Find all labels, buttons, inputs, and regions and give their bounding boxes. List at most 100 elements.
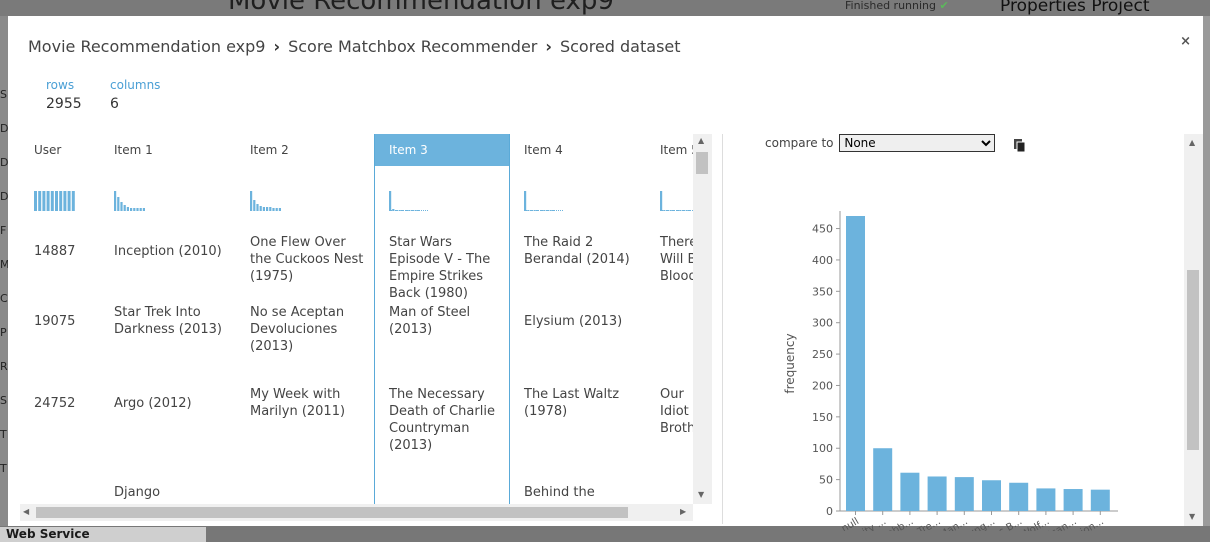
histogram-bar	[133, 208, 136, 211]
scroll-thumb[interactable]	[1187, 270, 1199, 450]
column-histogram[interactable]	[34, 189, 94, 211]
histogram-bar	[67, 191, 71, 211]
y-tick-label: 200	[812, 379, 833, 392]
table-cell[interactable]: The Necessary Death of Charlie Countryma…	[389, 386, 505, 454]
table-cell[interactable]: 24752	[34, 395, 94, 412]
histogram-bar	[262, 207, 265, 211]
histogram-bar	[130, 208, 133, 211]
properties-project-tabs[interactable]: Properties Project	[1000, 0, 1149, 16]
table-cell[interactable]: The Last Waltz (1978)	[524, 386, 640, 420]
y-tick-label: 100	[812, 442, 833, 455]
table-cell[interactable]: The Raid 2 Berandal (2014)	[524, 234, 640, 268]
table-column-item-1[interactable]: Item 1 Inception (2010) Star Trek Into Dar…	[100, 134, 236, 519]
x-tick-label: Wolf...	[1019, 516, 1051, 531]
histogram-bar	[126, 207, 129, 211]
breadcrumb-module[interactable]: Score Matchbox Recommender	[288, 37, 537, 56]
histogram-bar	[259, 206, 262, 211]
chevron-right-icon: ›	[545, 37, 552, 56]
background-menu-letter: T	[0, 462, 7, 475]
table-cell[interactable]: Inception (2010)	[114, 243, 230, 260]
histogram-bar	[266, 207, 269, 211]
scroll-up-icon[interactable]: ▲	[1189, 138, 1195, 147]
table-column-user[interactable]: User 14887 19075 24752	[20, 134, 100, 519]
chart-bar	[1036, 488, 1056, 511]
data-table: User 14887 19075 24752 Item 1 Inception (2010…	[20, 134, 712, 519]
chart-bar	[927, 476, 947, 511]
copy-icon[interactable]	[1014, 139, 1026, 153]
scroll-thumb[interactable]	[36, 507, 628, 518]
run-status: Finished running ✔	[845, 0, 949, 12]
histogram-bar	[250, 191, 253, 211]
breadcrumb-dataset: Scored dataset	[559, 37, 681, 56]
scroll-down-icon[interactable]: ▼	[1189, 512, 1195, 521]
columns-label: columns	[110, 78, 161, 92]
background-menu-letter: D	[0, 156, 9, 169]
background-header: Movie Recommendation exp9 Finished runni…	[0, 0, 1210, 16]
table-cell[interactable]: My Week with Marilyn (2011)	[250, 386, 368, 420]
column-header[interactable]: Item 4	[510, 134, 646, 166]
table-column-item-3[interactable]: Item 3 Star Wars Episode V - The Empire S…	[374, 134, 510, 519]
chart-bar	[982, 480, 1001, 511]
table-column-item-4[interactable]: Item 4 The Raid 2 Berandal (2014) Elysium …	[510, 134, 646, 519]
histogram-bar	[389, 191, 392, 211]
background-menu-letter: S	[0, 88, 7, 101]
histogram-bar	[34, 191, 37, 211]
table-cell[interactable]: No se Aceptan Devoluciones (2013)	[250, 304, 368, 355]
checkmark-icon: ✔	[939, 0, 949, 12]
histogram-bar	[278, 208, 281, 211]
table-column-item-2[interactable]: Item 2 One Flew Over the Cuckoos Nest (19…	[236, 134, 374, 519]
scroll-left-icon[interactable]: ◀	[23, 507, 29, 516]
scroll-down-icon[interactable]: ▼	[698, 490, 704, 499]
table-cell[interactable]: Behind the	[524, 484, 640, 501]
scroll-up-icon[interactable]: ▲	[698, 136, 704, 145]
column-histogram[interactable]	[114, 189, 174, 211]
dataset-visualize-dialog: Movie Recommendation exp9 › Score Matchbox…	[8, 16, 1203, 531]
scroll-thumb[interactable]	[696, 152, 708, 174]
background-menu-letter: F	[0, 224, 7, 237]
column-histogram[interactable]	[389, 189, 449, 211]
chart-vertical-scrollbar[interactable]: ▲ ▼	[1184, 134, 1203, 526]
compare-to-label: compare to	[765, 136, 834, 150]
histogram-chart: 050100150200250300350400450nullravity ..…	[783, 211, 1118, 531]
table-horizontal-scrollbar[interactable]: ◀ ▶	[20, 504, 693, 521]
breadcrumb-experiment[interactable]: Movie Recommendation exp9	[28, 37, 265, 56]
x-tick-label: r Tre...	[910, 516, 943, 531]
histogram-bar	[50, 191, 54, 211]
background-left-panel: S D D D F M C P R S T T	[0, 16, 10, 526]
chart-bar	[1090, 489, 1110, 511]
background-menu-letter: M	[0, 258, 10, 271]
column-header[interactable]: Item 1	[100, 134, 236, 166]
compare-to-select[interactable]: None	[839, 134, 996, 152]
chart-bar	[873, 448, 893, 511]
close-icon[interactable]: ×	[1180, 34, 1191, 49]
table-vertical-scrollbar[interactable]: ▲ ▼	[693, 134, 712, 504]
table-cell[interactable]: Elysium (2013)	[524, 313, 640, 330]
table-cell[interactable]: Star Trek Into Darkness (2013)	[114, 304, 230, 338]
table-cell[interactable]: Django	[114, 484, 230, 501]
y-tick-label: 50	[819, 474, 833, 487]
scroll-right-icon[interactable]: ▶	[680, 507, 686, 516]
column-header[interactable]: Item 2	[236, 134, 374, 166]
histogram-bar	[272, 208, 275, 211]
table-cell[interactable]: 19075	[34, 313, 94, 330]
table-cell[interactable]: Star Wars Episode V - The Empire Strikes…	[389, 234, 505, 302]
histogram-bar	[114, 191, 117, 211]
histogram-bar	[275, 208, 278, 211]
columns-value: 6	[110, 96, 119, 112]
column-histogram[interactable]	[250, 189, 310, 211]
y-tick-label: 350	[812, 285, 833, 298]
column-histogram[interactable]	[524, 189, 584, 211]
background-menu-letter: S	[0, 394, 7, 407]
web-service-label[interactable]: Web Service	[0, 527, 206, 542]
table-cell[interactable]: Man of Steel (2013)	[389, 304, 505, 338]
y-tick-label: 0	[826, 505, 833, 518]
table-cell[interactable]: 14887	[34, 243, 94, 260]
y-tick-label: 250	[812, 348, 833, 361]
table-cell[interactable]: One Flew Over the Cuckoos Nest (1975)	[250, 234, 368, 285]
histogram-bar	[63, 191, 67, 211]
column-header[interactable]: Item 3	[375, 134, 509, 166]
background-menu-letter: R	[0, 360, 8, 373]
column-header[interactable]: User	[20, 134, 100, 166]
table-cell[interactable]: Argo (2012)	[114, 395, 230, 412]
y-axis-label: frequency	[783, 333, 797, 393]
